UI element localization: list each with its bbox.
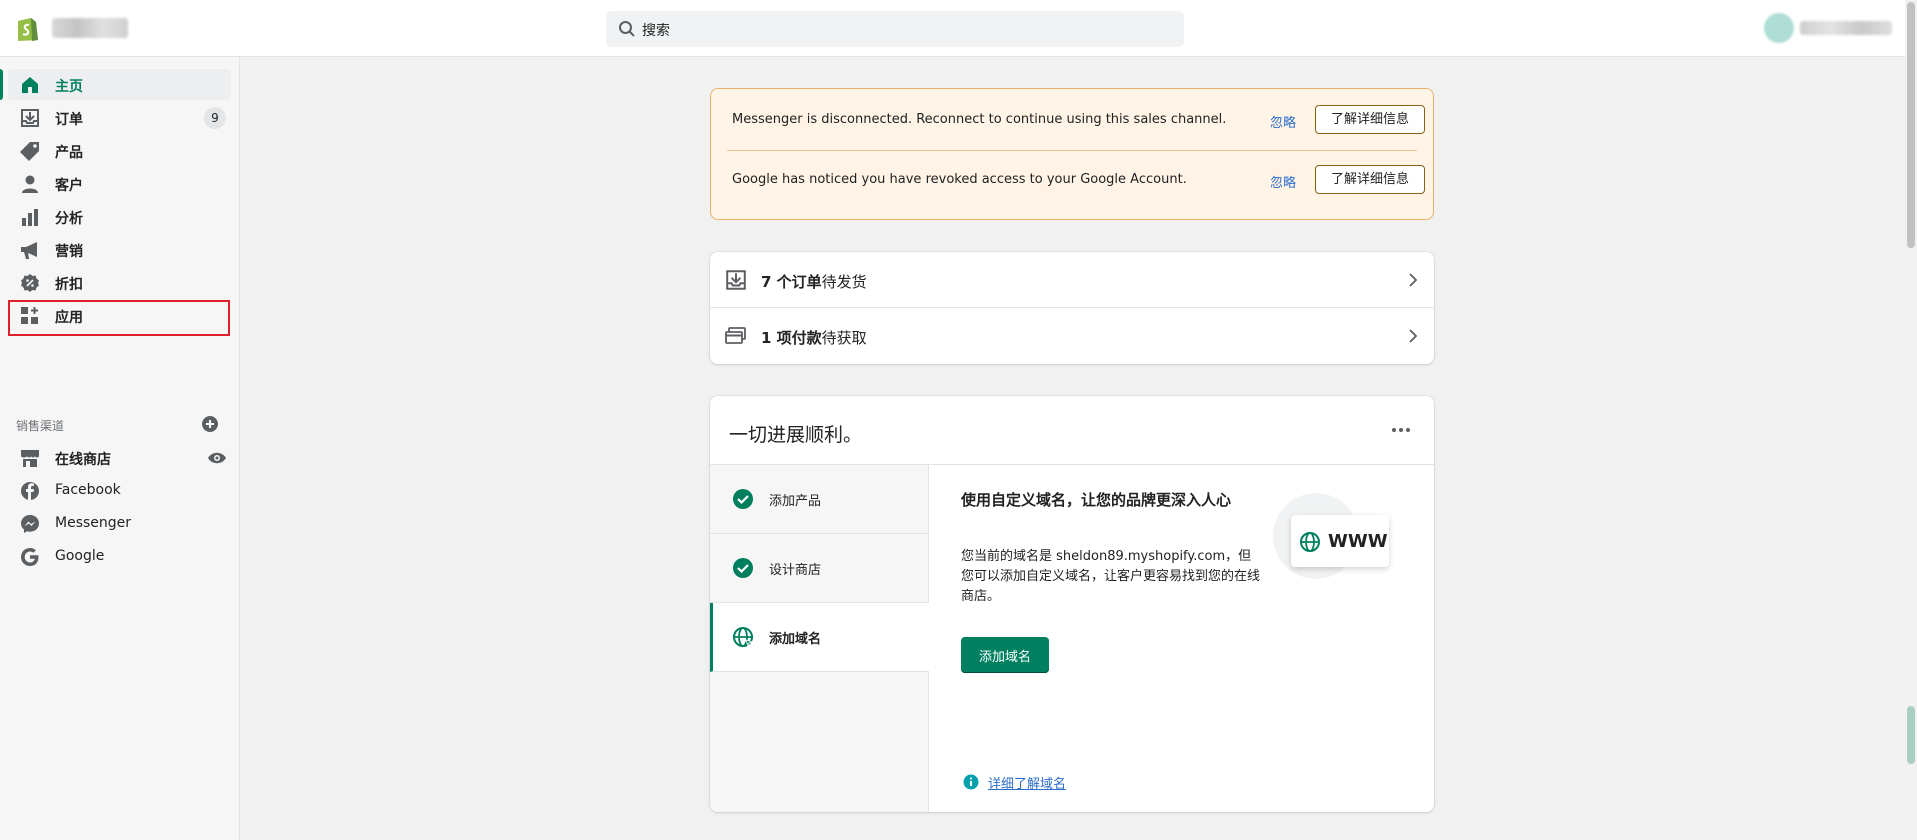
step-label: 设计商店 <box>769 563 822 578</box>
sidebar-item-label: 客户 <box>55 178 83 194</box>
check-circle-icon <box>733 558 753 578</box>
globe-icon <box>733 627 754 648</box>
messenger-icon <box>21 515 39 533</box>
learn-more-button[interactable]: 了解详细信息 <box>1315 165 1425 194</box>
orders-icon <box>726 270 746 290</box>
sidebar-item-online-store[interactable]: 在线商店 <box>8 442 231 473</box>
sidebar-item-label: 分析 <box>55 211 83 227</box>
sidebar-item-google[interactable]: Google <box>8 541 231 572</box>
info-icon <box>963 774 979 790</box>
store-icon <box>21 450 39 467</box>
setup-guide-card: 一切进展顺利。 添加产品 设计商店 添加域名 使用自定义域名，让您的品牌更深入人… <box>710 396 1434 812</box>
setup-steps-list: 添加产品 设计商店 添加域名 <box>710 465 929 812</box>
step-detail-title: 使用自定义域名，让您的品牌更深入人心 <box>961 491 1232 509</box>
learn-more-button[interactable]: 了解详细信息 <box>1315 105 1425 134</box>
bar-chart-icon <box>22 209 38 226</box>
home-icon <box>22 77 38 93</box>
alert-row: Google has noticed you have revoked acce… <box>727 151 1425 211</box>
step-detail-description: 您当前的域名是 sheldon89.myshopify.com，但您可以添加自定… <box>961 549 1261 604</box>
step-add-product[interactable]: 添加产品 <box>710 465 929 534</box>
scrollbar[interactable] <box>1905 0 1917 840</box>
person-icon <box>22 175 38 193</box>
sidebar: 主页 订单 9 产品 客户 分析 营销 折扣 应用 销售渠道 在线商店 Face… <box>0 57 240 840</box>
sidebar-item-label: 折扣 <box>55 277 83 293</box>
chevron-right-icon <box>1409 273 1418 287</box>
payment-card-icon <box>725 327 746 344</box>
sales-channels-title: 销售渠道 <box>16 419 65 433</box>
apps-highlight-box <box>8 300 230 336</box>
step-add-domain[interactable]: 添加域名 <box>710 603 929 672</box>
sidebar-item-label: Facebook <box>55 482 121 498</box>
sidebar-item-discounts[interactable]: 折扣 <box>8 267 231 298</box>
orders-count-badge: 9 <box>204 107 226 129</box>
sidebar-item-orders[interactable]: 订单 9 <box>8 102 231 133</box>
sidebar-item-label: 订单 <box>55 112 83 128</box>
step-label: 添加产品 <box>769 494 822 509</box>
sidebar-item-products[interactable]: 产品 <box>8 135 231 166</box>
sidebar-item-customers[interactable]: 客户 <box>8 168 231 199</box>
alert-text: Messenger is disconnected. Reconnect to … <box>732 112 1227 127</box>
globe-icon <box>1300 532 1320 552</box>
orders-icon <box>21 109 39 127</box>
check-circle-icon <box>733 489 753 509</box>
store-name-blurred[interactable] <box>52 18 128 38</box>
chevron-right-icon <box>1409 329 1418 343</box>
warning-banner: Messenger is disconnected. Reconnect to … <box>710 88 1434 220</box>
sidebar-item-label: 在线商店 <box>55 452 111 468</box>
scrollbar-marker <box>1907 706 1915 764</box>
sidebar-item-facebook[interactable]: Facebook <box>8 475 231 506</box>
avatar[interactable] <box>1764 13 1794 43</box>
sidebar-item-label: 营销 <box>55 244 83 260</box>
facebook-icon <box>21 482 39 500</box>
setup-title: 一切进展顺利。 <box>729 424 863 446</box>
step-design-store[interactable]: 设计商店 <box>710 534 929 603</box>
task-text: 7 个订单待发货 <box>761 273 867 291</box>
sidebar-item-label: 主页 <box>55 79 83 95</box>
ignore-link[interactable]: 忽略 <box>1270 112 1296 131</box>
user-name-blurred[interactable] <box>1800 21 1892 35</box>
megaphone-icon <box>21 242 37 259</box>
sidebar-item-home[interactable]: 主页 <box>0 69 231 100</box>
discount-icon <box>21 274 39 292</box>
search-input[interactable]: 搜索 <box>642 20 670 40</box>
google-icon <box>21 548 39 566</box>
top-bar: 搜索 <box>0 0 1917 57</box>
eye-icon[interactable] <box>207 450 227 466</box>
learn-domain-link[interactable]: 详细了解域名 <box>988 773 1066 792</box>
orders-to-fulfill-row[interactable]: 7 个订单待发货 <box>710 252 1434 308</box>
www-card: WWW <box>1291 515 1389 567</box>
add-channel-icon[interactable] <box>201 415 219 433</box>
step-label: 添加域名 <box>769 632 822 647</box>
sidebar-item-label: Messenger <box>55 515 132 531</box>
search-bar[interactable]: 搜索 <box>606 11 1184 47</box>
www-label: WWW <box>1328 531 1388 552</box>
sidebar-item-label: Google <box>55 548 105 564</box>
setup-body: 添加产品 设计商店 添加域名 使用自定义域名，让您的品牌更深入人心 您当前的域名… <box>710 464 1434 812</box>
task-text: 1 项付款待获取 <box>761 329 867 347</box>
sidebar-item-marketing[interactable]: 营销 <box>8 234 231 265</box>
tag-icon <box>20 142 39 161</box>
sidebar-item-analytics[interactable]: 分析 <box>8 201 231 232</box>
sidebar-item-label: 产品 <box>55 145 83 161</box>
more-options-icon[interactable] <box>1390 422 1412 438</box>
sidebar-item-messenger[interactable]: Messenger <box>8 508 231 539</box>
alert-row: Messenger is disconnected. Reconnect to … <box>727 91 1425 151</box>
alert-text: Google has noticed you have revoked acce… <box>732 172 1187 187</box>
search-icon <box>619 21 635 37</box>
add-domain-button[interactable]: 添加域名 <box>961 637 1049 673</box>
shopify-logo-icon[interactable] <box>14 14 40 42</box>
pending-tasks-card: 7 个订单待发货 1 项付款待获取 <box>710 252 1434 364</box>
payments-to-capture-row[interactable]: 1 项付款待获取 <box>710 308 1434 364</box>
ignore-link[interactable]: 忽略 <box>1270 172 1296 191</box>
scrollbar-thumb[interactable] <box>1907 2 1915 248</box>
